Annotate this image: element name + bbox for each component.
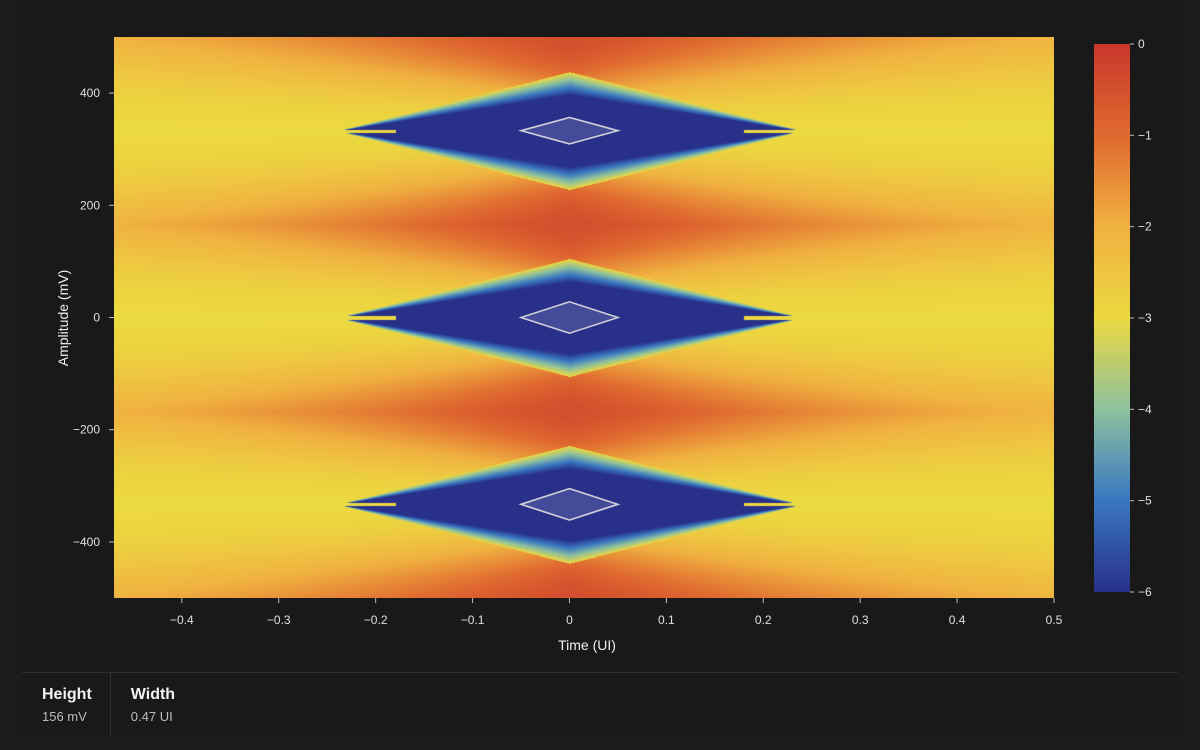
chart-panel: −0.4 −0.3 −0.2 −0.1 0 0.1 0.2 0.3 0.4 0.5 400 200 0 −… (22, 0, 1178, 736)
width-value: 0.47 UI (130, 709, 173, 724)
colorbar-tick-label: 0 (1138, 37, 1145, 51)
y-tick-label: −400 (73, 535, 100, 549)
colorbar: 0 −1 −2 −3 −4 −5 −6 (1094, 37, 1152, 599)
y-tick-label: 400 (80, 86, 100, 100)
x-tick-label: 0.5 (1046, 613, 1063, 627)
x-tick-label: −0.3 (267, 613, 291, 627)
colorbar-tick-label: −1 (1138, 128, 1152, 142)
x-tick-label: −0.1 (461, 613, 485, 627)
x-tick-label: 0.2 (755, 613, 772, 627)
height-stat: Height 156 mV (22, 673, 111, 737)
y-axis-title: Amplitude (mV) (55, 270, 71, 366)
y-tick-label: 200 (80, 198, 100, 212)
eye-diagram-chart: −0.4 −0.3 −0.2 −0.1 0 0.1 0.2 0.3 0.4 0.5 400 200 0 −… (55, 37, 1152, 653)
heatmap-plot-area (114, 37, 1054, 598)
x-axis-title: Time (UI) (558, 637, 616, 653)
x-tick-label: 0.4 (949, 613, 966, 627)
y-tick-label: 0 (93, 311, 100, 325)
x-tick-label: 0.3 (852, 613, 869, 627)
colorbar-tick-label: −5 (1138, 494, 1152, 508)
x-tick-label: −0.4 (170, 613, 194, 627)
x-tick-label: −0.2 (364, 613, 388, 627)
eye-measurements: Height 156 mV Width 0.47 UI (22, 672, 1178, 737)
width-stat: Width 0.47 UI (111, 673, 193, 737)
colorbar-tick-label: −6 (1138, 585, 1152, 599)
colorbar-gradient (1094, 44, 1130, 592)
colorbar-tick-label: −4 (1138, 402, 1152, 416)
height-label: Height (42, 686, 92, 703)
width-label: Width (130, 686, 176, 703)
x-tick-label: 0 (566, 613, 573, 627)
height-value: 156 mV (42, 709, 87, 724)
colorbar-tick-label: −2 (1138, 220, 1152, 234)
colorbar-tick-label: −3 (1138, 311, 1152, 325)
y-tick-label: −200 (73, 423, 100, 437)
x-tick-label: 0.1 (658, 613, 675, 627)
